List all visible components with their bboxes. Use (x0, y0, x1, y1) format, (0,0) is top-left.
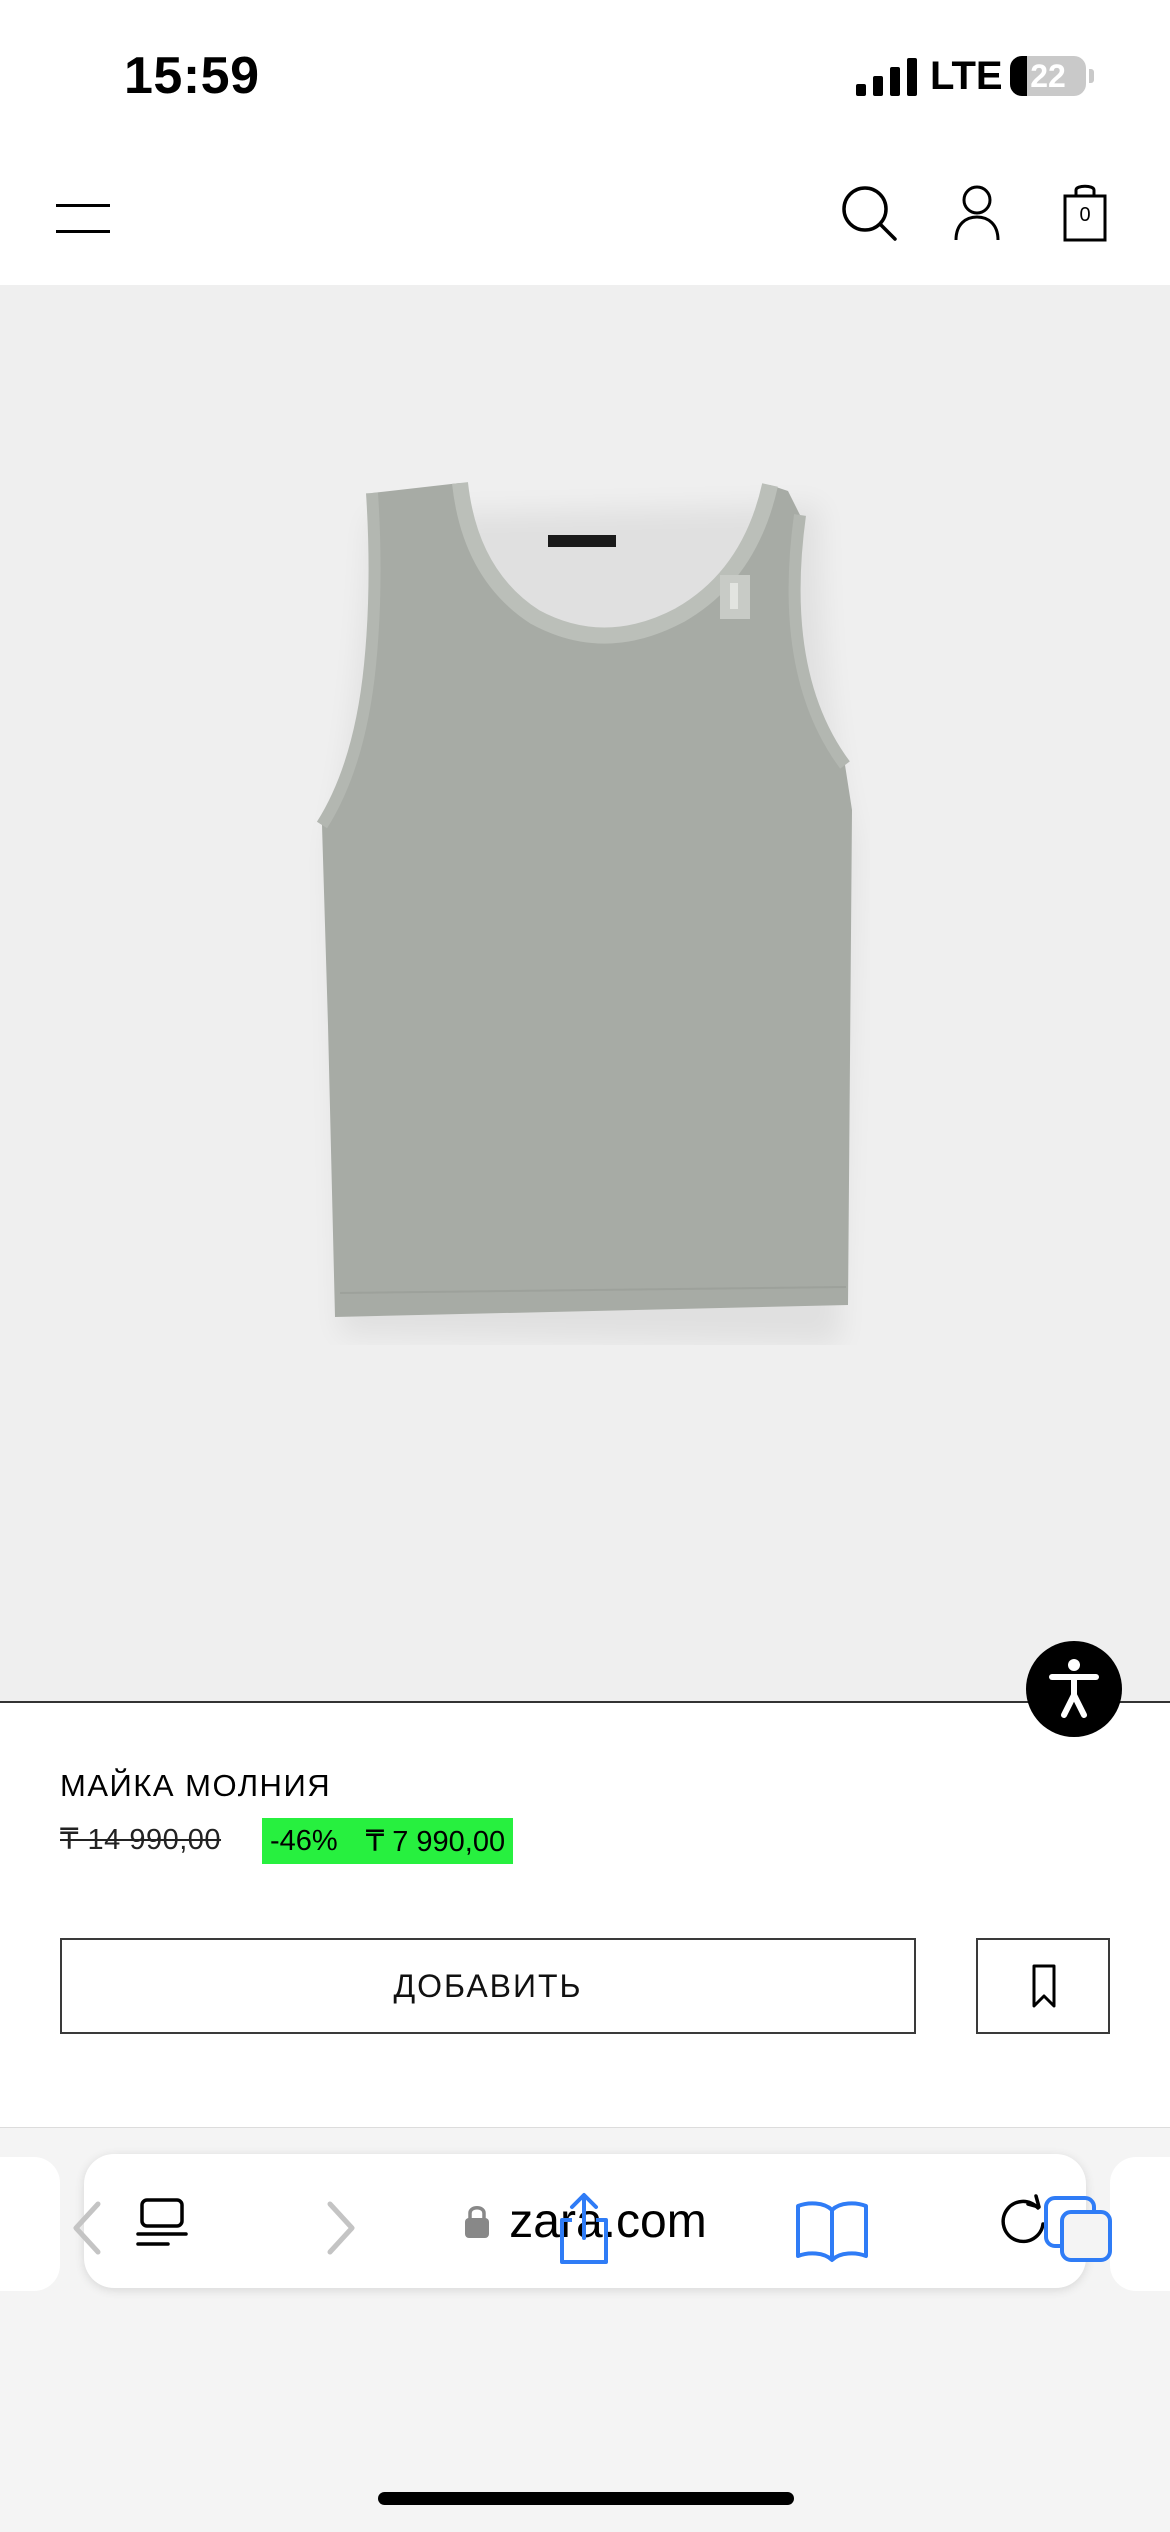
lock-icon (465, 2206, 490, 2238)
share-icon[interactable] (546, 2190, 622, 2266)
product-name: МАЙКА МОЛНИЯ (60, 1768, 332, 1803)
cellular-signal-icon (856, 58, 917, 96)
browser-toolbar: zara.com (0, 2127, 1170, 2532)
shopping-bag-icon[interactable]: 0 (1056, 182, 1118, 244)
user-icon[interactable] (946, 182, 1008, 244)
next-tab-preview[interactable] (1110, 2157, 1170, 2291)
battery-icon: 22 (1010, 56, 1086, 96)
tabs-icon[interactable] (1040, 2190, 1116, 2266)
sale-price-badge: -46% ₸ 7 990,00 (262, 1818, 514, 1864)
status-bar: 15:59 LTE 22 (0, 0, 1170, 150)
status-time: 15:59 (124, 47, 260, 105)
sale-price: ₸ 7 990,00 (365, 1825, 506, 1858)
home-indicator[interactable] (378, 2492, 794, 2505)
hamburger-icon[interactable] (56, 190, 112, 244)
accessibility-button[interactable] (1026, 1641, 1122, 1737)
add-to-cart-button[interactable]: ДОБАВИТЬ (60, 1938, 916, 2034)
old-price: ₸ 14 990,00 (60, 1824, 222, 1856)
bookmark-button[interactable] (976, 1938, 1110, 2034)
product-image[interactable] (0, 285, 1170, 1737)
book-icon[interactable] (794, 2190, 870, 2266)
chevron-left-icon[interactable] (50, 2190, 126, 2266)
tank-top-image (316, 482, 855, 1345)
discount-percent: -46% (270, 1824, 338, 1857)
battery-level: 22 (1030, 58, 1066, 94)
search-icon[interactable] (838, 182, 900, 244)
battery-cap (1089, 69, 1094, 83)
accessibility-icon (1049, 1659, 1099, 1718)
bookmark-icon (1032, 1964, 1056, 2008)
chevron-right-icon[interactable] (302, 2190, 378, 2266)
network-type: LTE (930, 54, 1003, 98)
cart-count: 0 (1079, 204, 1091, 226)
site-header: 0 (0, 150, 1170, 285)
